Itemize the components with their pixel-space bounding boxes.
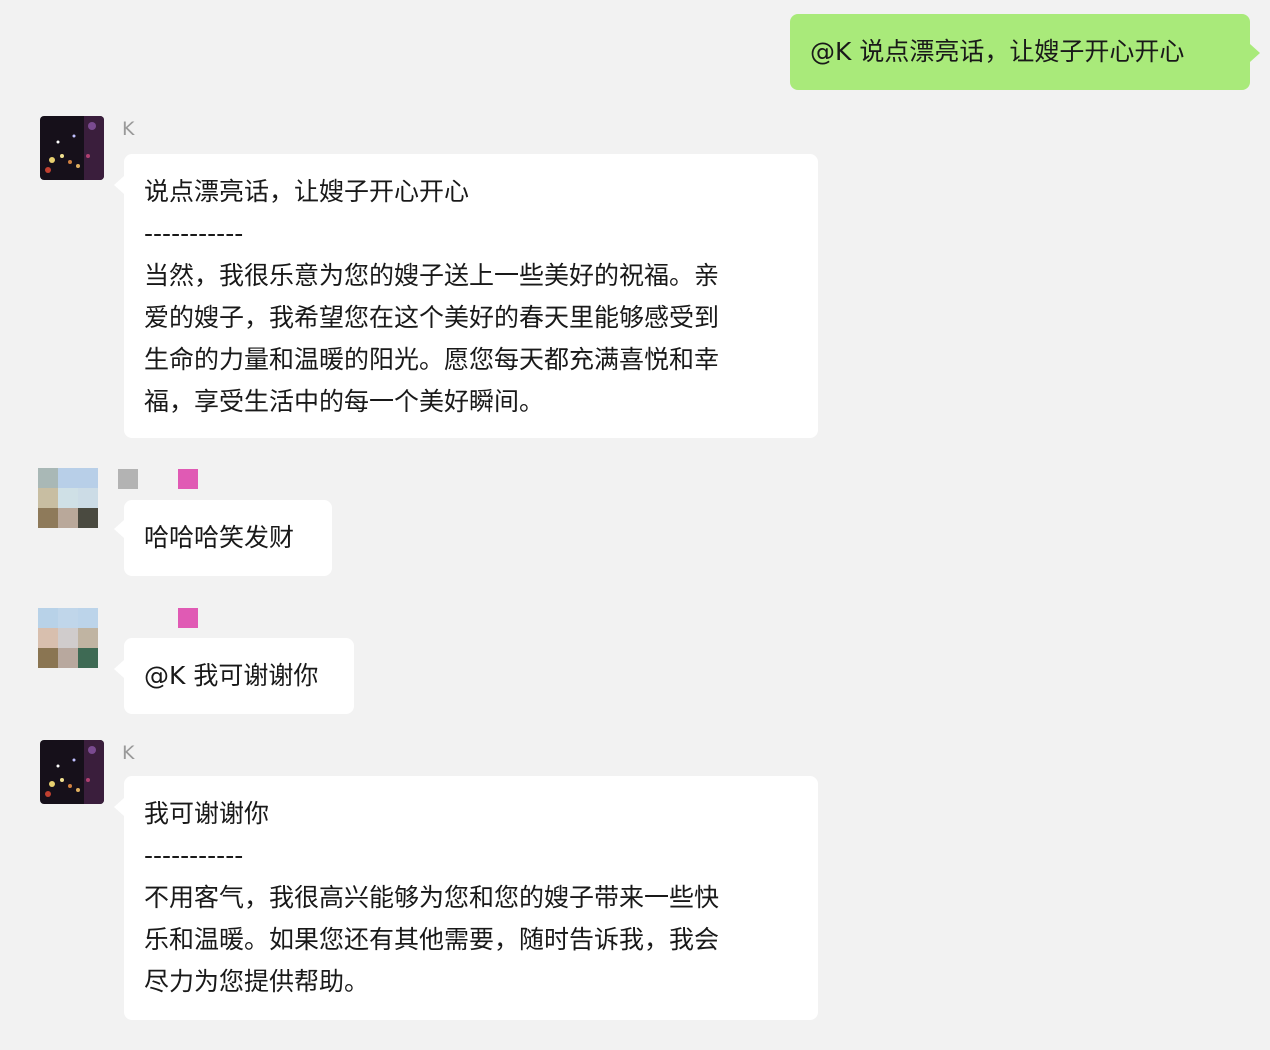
bubble-tail xyxy=(114,520,124,538)
bubble-tail xyxy=(114,176,124,194)
bubble-tail xyxy=(114,798,124,816)
message-line: 乐和温暖。如果您还有其他需要，随时告诉我，我会 xyxy=(144,925,720,954)
redacted-avatar[interactable] xyxy=(38,468,98,528)
message-line: ----------- xyxy=(144,219,244,248)
redacted-name-block xyxy=(178,469,198,489)
message-text: @K 说点漂亮话，让嫂子开心开心 xyxy=(810,37,1185,66)
message-bubble[interactable]: 哈哈哈笑发财 xyxy=(124,500,332,576)
redacted-name-block xyxy=(178,608,198,628)
message-bubble[interactable]: @K 说点漂亮话，让嫂子开心开心 xyxy=(790,14,1250,90)
avatar[interactable] xyxy=(40,116,104,180)
message-line: 福，享受生活中的每一个美好瞬间。 xyxy=(144,387,545,416)
avatar[interactable] xyxy=(40,740,104,804)
message-bubble[interactable]: 我可谢谢你 ----------- 不用客气，我很高兴能够为您和您的嫂子带来一些… xyxy=(124,776,818,1020)
message-bubble[interactable]: 说点漂亮话，让嫂子开心开心 ----------- 当然，我很乐意为您的嫂子送上… xyxy=(124,154,818,438)
message-line: 生命的力量和温暖的阳光。愿您每天都充满喜悦和幸 xyxy=(144,345,720,374)
message-line: 当然，我很乐意为您的嫂子送上一些美好的祝福。亲 xyxy=(144,261,720,290)
message-line: 说点漂亮话，让嫂子开心开心 xyxy=(144,177,470,206)
redacted-name-block xyxy=(118,469,138,489)
bubble-tail xyxy=(114,660,124,678)
message-line: 爱的嫂子，我希望您在这个美好的春天里能够感受到 xyxy=(144,303,720,332)
message-text: @K 我可谢谢你 xyxy=(144,661,319,690)
redacted-avatar[interactable] xyxy=(38,608,98,668)
message-line: 尽力为您提供帮助。 xyxy=(144,967,370,996)
message-line: 不用客气，我很高兴能够为您和您的嫂子带来一些快 xyxy=(144,883,720,912)
sender-name: K xyxy=(122,742,135,764)
sender-name: K xyxy=(122,118,135,140)
message-text: 哈哈哈笑发财 xyxy=(144,523,295,552)
message-line: ----------- xyxy=(144,841,244,870)
message-line: 我可谢谢你 xyxy=(144,799,270,828)
message-bubble[interactable]: @K 我可谢谢你 xyxy=(124,638,354,714)
bubble-tail xyxy=(1250,44,1260,62)
